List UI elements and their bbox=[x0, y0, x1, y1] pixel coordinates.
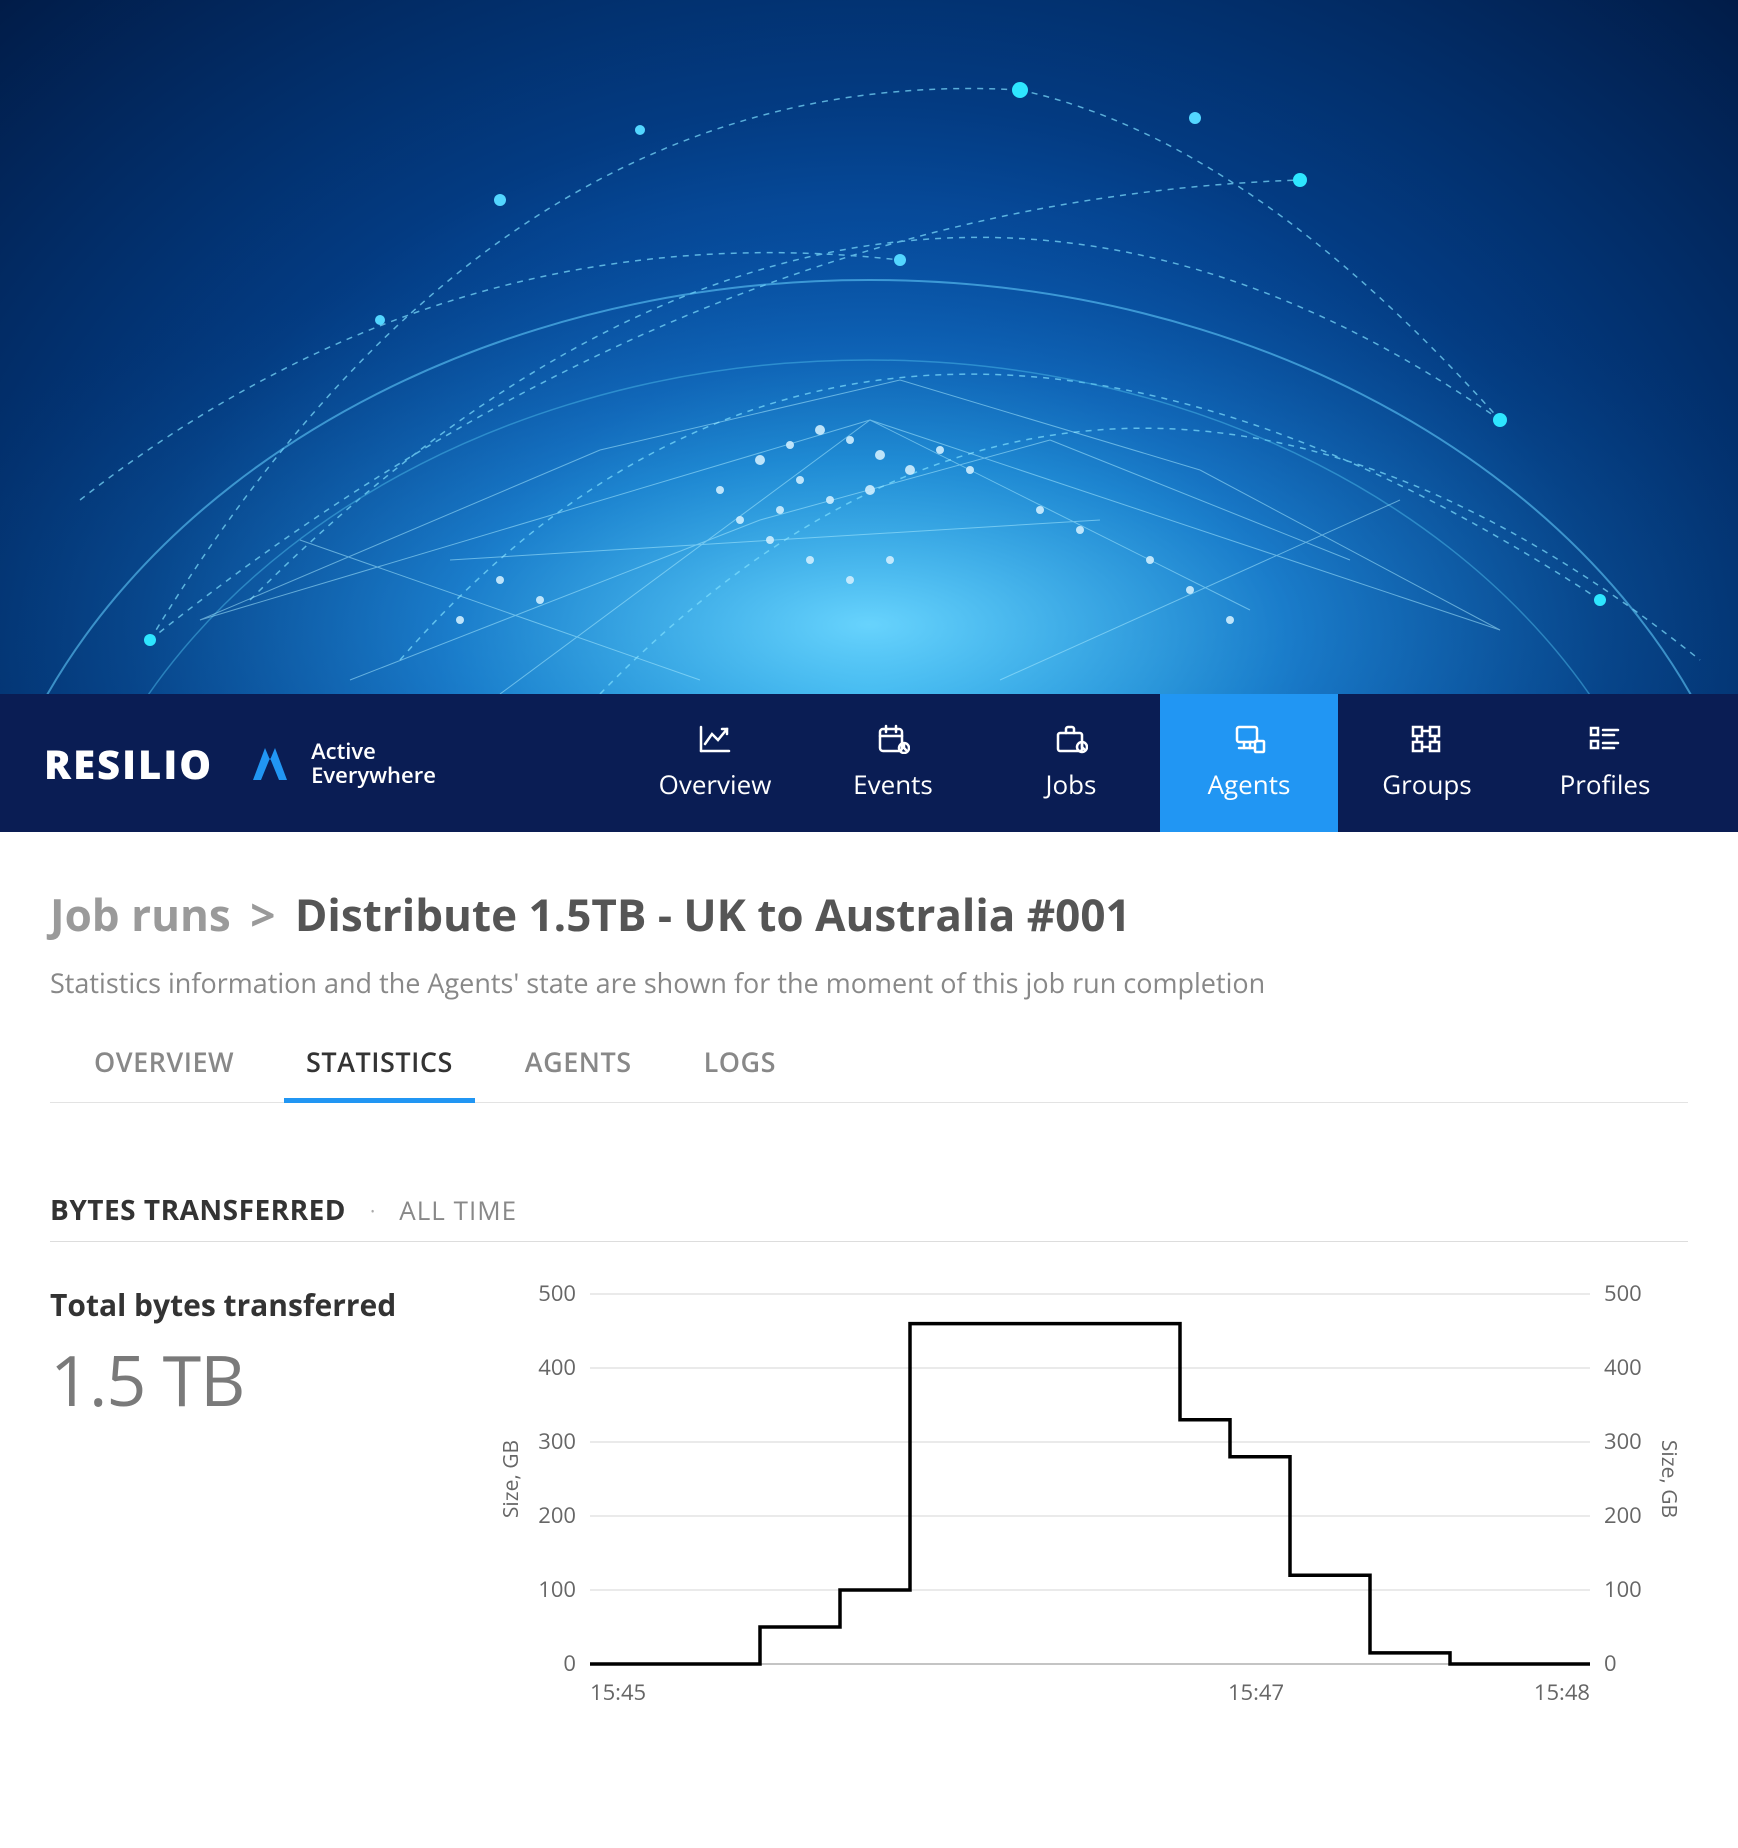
svg-text:100: 100 bbox=[1604, 1574, 1642, 1604]
svg-text:400: 400 bbox=[1604, 1352, 1642, 1382]
chevron-right-icon: > bbox=[250, 884, 275, 944]
nav-label: Profiles bbox=[1560, 766, 1651, 802]
stat-value: 1.5 TB bbox=[50, 1331, 480, 1427]
nav-label: Groups bbox=[1382, 766, 1471, 802]
tab-logs[interactable]: LOGS bbox=[704, 1043, 776, 1102]
section-header: BYTES TRANSFERRED · ALL TIME bbox=[50, 1191, 1688, 1242]
svg-text:300: 300 bbox=[538, 1426, 576, 1456]
brand-tagline: Active Everywhere bbox=[243, 736, 436, 790]
page-subtitle: Statistics information and the Agents' s… bbox=[50, 964, 1688, 1001]
svg-text:200: 200 bbox=[538, 1500, 576, 1530]
brand-tagline-line2: Everywhere bbox=[311, 760, 436, 790]
nav-profiles[interactable]: Profiles bbox=[1516, 694, 1694, 832]
svg-text:500: 500 bbox=[538, 1284, 576, 1308]
svg-text:0: 0 bbox=[563, 1648, 576, 1678]
brand-logo: RESILIO bbox=[44, 736, 213, 791]
separator-dot: · bbox=[370, 1197, 375, 1224]
svg-text:15:45: 15:45 bbox=[590, 1677, 646, 1707]
nav-label: Agents bbox=[1208, 766, 1291, 802]
svg-text:100: 100 bbox=[538, 1574, 576, 1604]
breadcrumb: Job runs > Distribute 1.5TB - UK to Aust… bbox=[50, 884, 1688, 944]
tab-agents[interactable]: AGENTS bbox=[525, 1043, 632, 1102]
time-range-filter[interactable]: ALL TIME bbox=[399, 1192, 517, 1228]
breadcrumb-current: Distribute 1.5TB - UK to Australia #001 bbox=[295, 884, 1131, 944]
svg-text:500: 500 bbox=[1604, 1284, 1642, 1308]
globe-network-illustration bbox=[0, 0, 1738, 694]
chart-line-icon bbox=[698, 724, 732, 754]
nav-overview[interactable]: Overview bbox=[626, 694, 804, 832]
section-title: BYTES TRANSFERRED bbox=[50, 1191, 346, 1229]
svg-text:200: 200 bbox=[1604, 1500, 1642, 1530]
groups-icon bbox=[1410, 724, 1444, 754]
tab-statistics[interactable]: STATISTICS bbox=[306, 1043, 453, 1102]
breadcrumb-root[interactable]: Job runs bbox=[50, 884, 231, 944]
svg-text:300: 300 bbox=[1604, 1426, 1642, 1456]
svg-text:15:47: 15:47 bbox=[1228, 1677, 1284, 1707]
nav-label: Jobs bbox=[1046, 766, 1097, 802]
subtabs: OVERVIEW STATISTICS AGENTS LOGS bbox=[50, 1043, 1688, 1103]
nav-groups[interactable]: Groups bbox=[1338, 694, 1516, 832]
bytes-transferred-chart: 0 0 100 100 200 200 300 300 400 400 500 500 15:45 15:… bbox=[480, 1284, 1688, 1724]
nav-items: Overview Events Jobs Agents Groups bbox=[626, 694, 1694, 832]
svg-text:15:48: 15:48 bbox=[1534, 1677, 1590, 1707]
profiles-icon bbox=[1588, 724, 1622, 754]
stat-label: Total bytes transferred bbox=[50, 1284, 480, 1325]
brand-mark-icon bbox=[243, 736, 297, 790]
nav-events[interactable]: Events bbox=[804, 694, 982, 832]
nav-label: Overview bbox=[659, 766, 772, 802]
briefcase-icon bbox=[1054, 724, 1088, 754]
svg-text:400: 400 bbox=[538, 1352, 576, 1382]
agents-icon bbox=[1232, 724, 1266, 754]
svg-text:Size, GB: Size, GB bbox=[1655, 1440, 1680, 1518]
svg-text:Size, GB: Size, GB bbox=[497, 1440, 525, 1518]
nav-label: Events bbox=[853, 766, 933, 802]
calendar-icon bbox=[876, 724, 910, 754]
nav-agents[interactable]: Agents bbox=[1160, 694, 1338, 832]
stat-total-bytes: Total bytes transferred 1.5 TB bbox=[50, 1284, 480, 1427]
tab-overview[interactable]: OVERVIEW bbox=[94, 1043, 234, 1102]
svg-text:0: 0 bbox=[1604, 1648, 1617, 1678]
hero-banner bbox=[0, 0, 1738, 694]
top-nav: RESILIO Active Everywhere Overview Event… bbox=[0, 694, 1738, 832]
nav-jobs[interactable]: Jobs bbox=[982, 694, 1160, 832]
